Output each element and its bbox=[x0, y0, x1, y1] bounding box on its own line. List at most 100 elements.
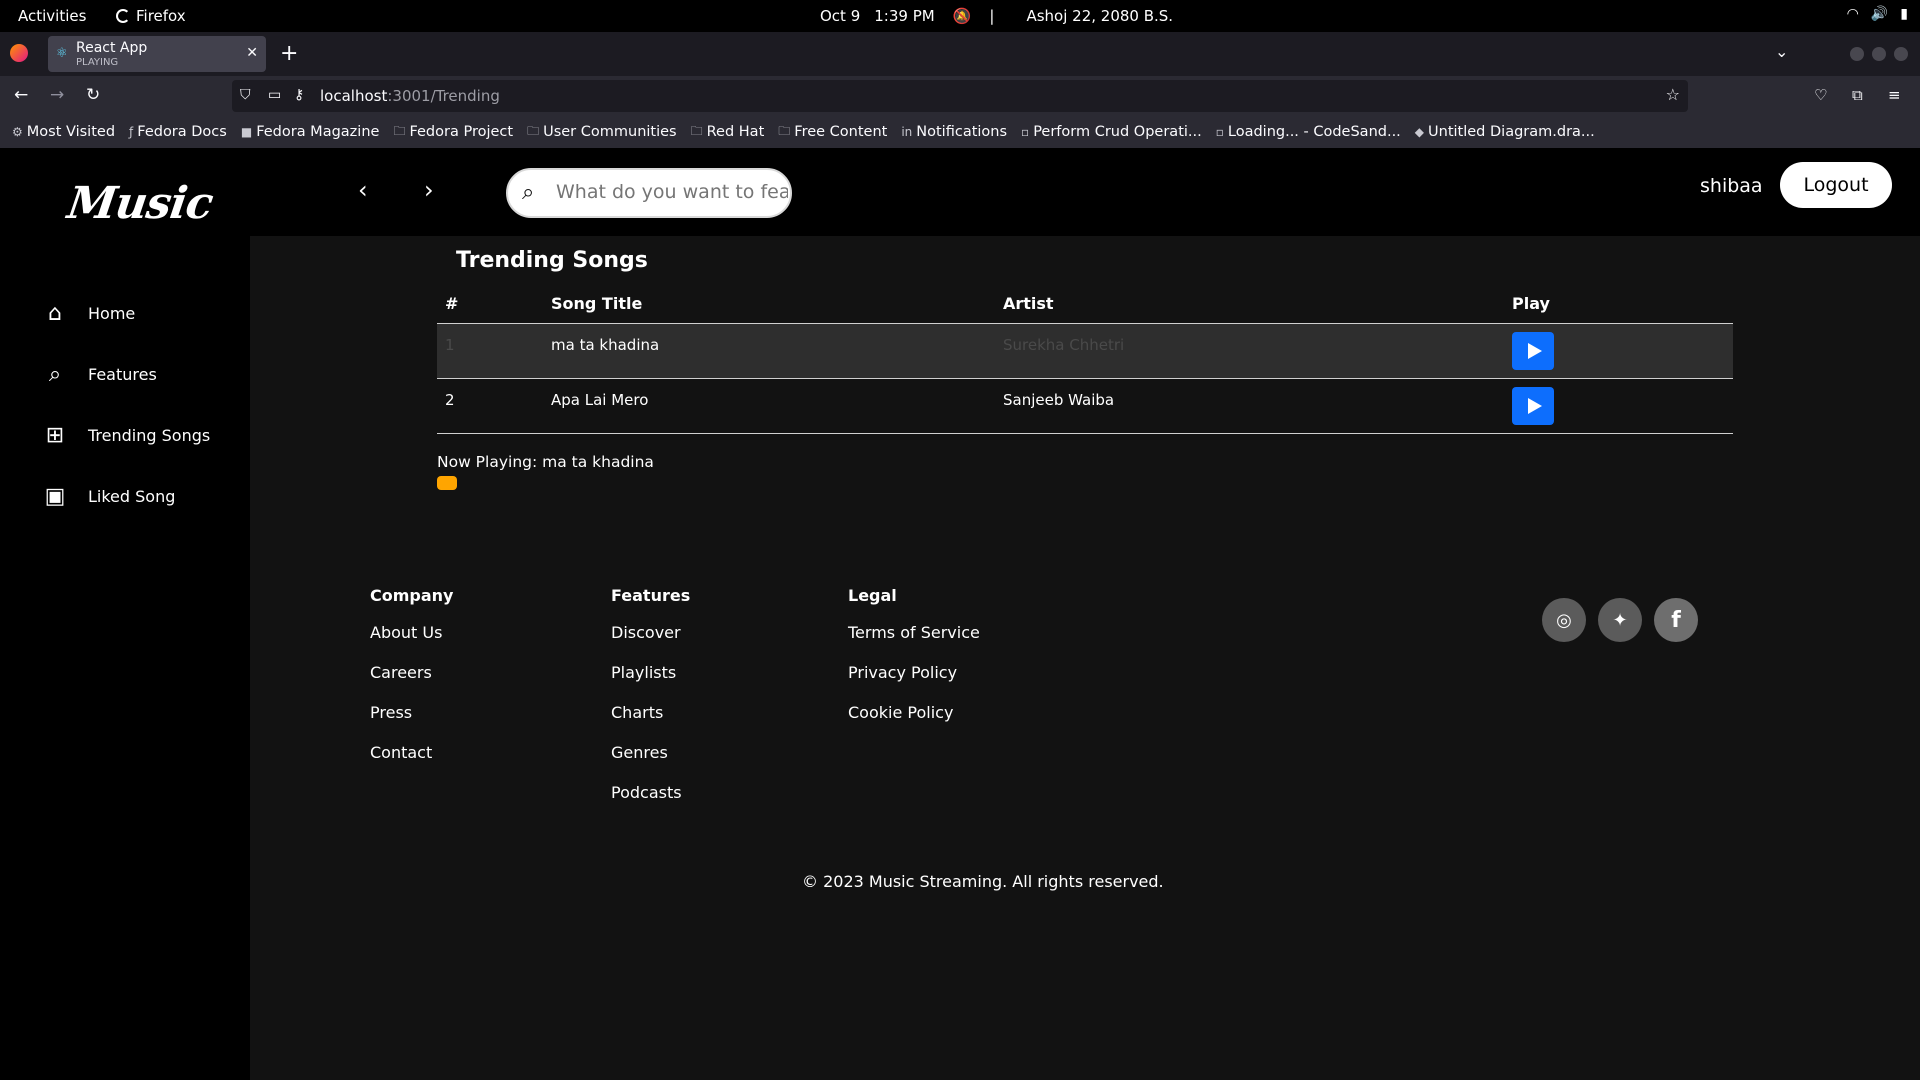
footer-link-playlists[interactable]: Playlists bbox=[611, 663, 690, 703]
search-bar[interactable]: ⌕ bbox=[506, 168, 792, 218]
footer-link-podcasts[interactable]: Podcasts bbox=[611, 783, 690, 823]
close-tab-icon[interactable]: ✕ bbox=[246, 45, 258, 61]
bookmark-item[interactable]: 🗀 User Communities bbox=[527, 122, 677, 143]
forward-arrow-icon[interactable]: → bbox=[50, 85, 64, 105]
plus-square-icon: ⊞ bbox=[45, 422, 65, 448]
extensions-icon[interactable]: ⧉ bbox=[1852, 86, 1863, 104]
app-header: ‹ › ⌕ shibaa Logout bbox=[250, 148, 1920, 236]
play-icon bbox=[1527, 343, 1542, 359]
trending-songs-table: # Song Title Artist Play 1 ma ta khadina… bbox=[437, 286, 1733, 434]
app-menu[interactable]: Firefox bbox=[116, 7, 186, 25]
search-input[interactable] bbox=[556, 181, 788, 203]
bookmark-label: Free Content bbox=[794, 124, 888, 140]
bookmark-item[interactable]: 🗀 Free Content bbox=[778, 122, 887, 143]
playback-progress-indicator[interactable] bbox=[437, 476, 457, 490]
folder-icon: 🗀 bbox=[778, 123, 791, 138]
forward-chevron-icon[interactable]: › bbox=[424, 176, 434, 204]
firefox-app-icon bbox=[116, 9, 130, 23]
bookmark-item[interactable]: ⚙ Most Visited bbox=[12, 124, 115, 140]
tab-react-app[interactable]: ⚛ React App PLAYING ✕ bbox=[48, 36, 266, 72]
bookmark-item[interactable]: 🗀 Red Hat bbox=[691, 122, 765, 143]
sidebar-item-trending-songs[interactable]: ⊞ Trending Songs bbox=[40, 420, 210, 450]
url-bar[interactable]: ⛉ ▭ ⚷ localhost:3001/Trending ☆ bbox=[232, 80, 1688, 112]
fm-icon: ■ bbox=[240, 125, 253, 139]
wifi-icon: ◠ bbox=[1846, 6, 1859, 22]
bookmark-item[interactable]: ◆ Untitled Diagram.dra... bbox=[1415, 124, 1595, 140]
table-row[interactable]: 2 Apa Lai Mero Sanjeeb Waiba bbox=[437, 379, 1733, 434]
minimize-button[interactable] bbox=[1850, 47, 1864, 61]
notifications-muted-icon: 🔕 bbox=[952, 7, 972, 25]
bookmark-label: Notifications bbox=[916, 124, 1008, 140]
volume-icon: 🔊 bbox=[1870, 6, 1889, 22]
footer-link-discover[interactable]: Discover bbox=[611, 623, 690, 663]
sidebar: Music ⌂ Home ⌕ Features ⊞ Trending Songs… bbox=[0, 148, 250, 1080]
instagram-icon[interactable]: ◎ bbox=[1542, 598, 1586, 642]
bookmark-item[interactable]: ■ Fedora Magazine bbox=[241, 124, 380, 140]
main-content: Trending Songs # Song Title Artist Play … bbox=[250, 236, 1920, 1080]
play-button[interactable] bbox=[1512, 387, 1554, 425]
bookmark-label: Untitled Diagram.dra... bbox=[1428, 124, 1595, 140]
bookmark-label: Perform Crud Operati... bbox=[1033, 124, 1202, 140]
song-title: Apa Lai Mero bbox=[551, 391, 649, 409]
twitter-icon[interactable]: ✦ bbox=[1598, 598, 1642, 642]
footer-link-cookie[interactable]: Cookie Policy bbox=[848, 703, 980, 743]
home-icon: ⌂ bbox=[48, 300, 62, 326]
bookmark-label: Fedora Project bbox=[409, 124, 514, 140]
table-header: # Song Title Artist Play bbox=[437, 286, 1733, 324]
sidebar-item-label: Features bbox=[88, 364, 157, 384]
system-tray[interactable]: ◠ 🔊 ▮ bbox=[1847, 6, 1908, 22]
pocket-icon[interactable]: ♡ bbox=[1814, 86, 1827, 104]
url-text[interactable]: localhost:3001/Trending bbox=[320, 87, 500, 105]
footer-link-privacy[interactable]: Privacy Policy bbox=[848, 663, 980, 703]
sidebar-item-features[interactable]: ⌕ Features bbox=[40, 359, 157, 389]
bookmark-label: Red Hat bbox=[706, 124, 765, 140]
song-number: 2 bbox=[445, 391, 455, 409]
back-chevron-icon[interactable]: ‹ bbox=[358, 176, 368, 204]
separator: | bbox=[989, 7, 995, 25]
play-button[interactable] bbox=[1512, 332, 1554, 370]
bookmark-star-icon[interactable]: ☆ bbox=[1666, 85, 1680, 104]
footer-legal: Legal Terms of Service Privacy Policy Co… bbox=[848, 586, 980, 743]
bookmark-item[interactable]: in Notifications bbox=[901, 124, 1007, 140]
footer-link-careers[interactable]: Careers bbox=[370, 663, 453, 703]
hamburger-menu-icon[interactable]: ≡ bbox=[1888, 86, 1901, 104]
firefox-view-icon[interactable] bbox=[10, 44, 28, 62]
footer-link-genres[interactable]: Genres bbox=[611, 743, 690, 783]
footer-link-terms[interactable]: Terms of Service bbox=[848, 623, 980, 663]
shield-icon[interactable]: ⛉ bbox=[240, 87, 251, 103]
footer-link-about-us[interactable]: About Us bbox=[370, 623, 453, 663]
linkedin-icon: in bbox=[901, 125, 913, 139]
bookmark-item[interactable]: ▫ Loading... - CodeSand... bbox=[1216, 124, 1401, 140]
new-tab-button[interactable]: + bbox=[280, 41, 298, 66]
facebook-icon[interactable]: f bbox=[1654, 598, 1698, 642]
footer-link-charts[interactable]: Charts bbox=[611, 703, 690, 743]
bookmark-label: Fedora Magazine bbox=[256, 124, 380, 140]
sidebar-item-liked-song[interactable]: ▣ Liked Song bbox=[40, 481, 176, 511]
bookmark-item[interactable]: 🗀 Fedora Project bbox=[393, 122, 513, 143]
permissions-key-icon[interactable]: ⚷ bbox=[294, 87, 304, 103]
bookmark-item[interactable]: ƒ Fedora Docs bbox=[129, 124, 227, 140]
logout-button[interactable]: Logout bbox=[1780, 162, 1892, 208]
nepali-date-label: Ashoj 22, 2080 B.S. bbox=[1026, 7, 1174, 25]
bookmark-item[interactable]: ▫ Perform Crud Operati... bbox=[1021, 124, 1202, 140]
table-row[interactable]: 1 ma ta khadina Surekha Chhetri bbox=[437, 324, 1733, 379]
footer-link-press[interactable]: Press bbox=[370, 703, 453, 743]
app-name: Firefox bbox=[136, 7, 186, 25]
search-icon: ⌕ bbox=[522, 180, 535, 205]
clock[interactable]: Oct 9 1:39 PM 🔕 | Ashoj 22, 2080 B.S. bbox=[820, 7, 1173, 25]
close-window-button[interactable] bbox=[1894, 47, 1908, 61]
play-icon bbox=[1527, 398, 1542, 414]
folder-icon: 🗀 bbox=[690, 123, 703, 138]
list-tabs-chevron-icon[interactable]: ⌄ bbox=[1775, 42, 1788, 61]
reload-icon[interactable]: ↻ bbox=[86, 85, 100, 105]
time-label: 1:39 PM bbox=[874, 7, 935, 25]
activities-button[interactable]: Activities bbox=[18, 7, 86, 25]
sidebar-item-home[interactable]: ⌂ Home bbox=[40, 298, 135, 328]
footer-link-contact[interactable]: Contact bbox=[370, 743, 453, 783]
search-icon: ⌕ bbox=[48, 361, 62, 387]
music-logo[interactable]: Music bbox=[64, 178, 215, 229]
back-arrow-icon[interactable]: ← bbox=[14, 85, 28, 105]
page-info-icon[interactable]: ▭ bbox=[268, 87, 281, 103]
social-links: ◎ ✦ f bbox=[1542, 598, 1698, 642]
maximize-button[interactable] bbox=[1872, 47, 1886, 61]
